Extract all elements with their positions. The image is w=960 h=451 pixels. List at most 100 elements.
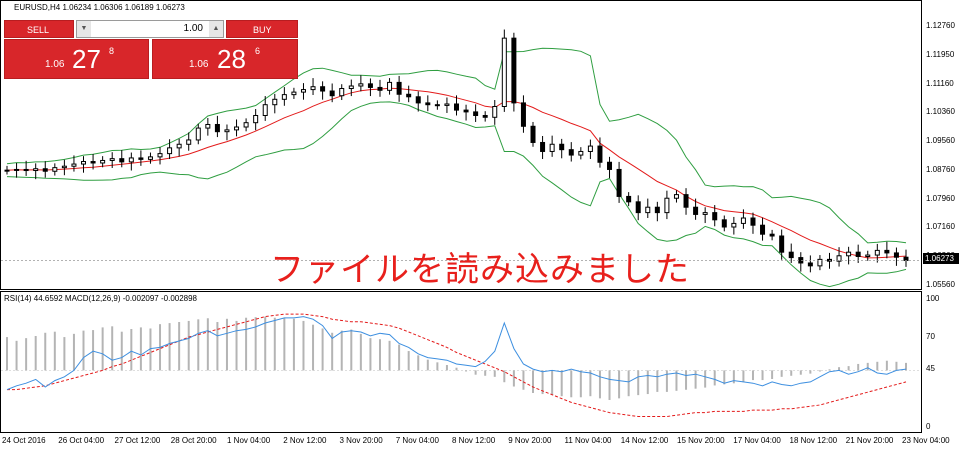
candle-body <box>540 141 546 152</box>
price-tick-label: 1.10360 <box>926 107 955 117</box>
price-tick-label: 1.11950 <box>926 50 955 60</box>
candle-body <box>33 168 39 172</box>
price-tick-label: 1.08760 <box>926 164 955 174</box>
indicator-title: RSI(14) 44.6592 MACD(12,26,9) -0.002097 … <box>4 294 198 303</box>
candle-body <box>664 197 670 214</box>
candle-body <box>779 235 785 253</box>
time-tick-label: 9 Nov 20:00 <box>508 436 552 445</box>
candle-body <box>205 123 211 129</box>
time-tick-label: 24 Oct 2016 <box>2 436 46 445</box>
candle-body <box>721 219 727 228</box>
candle-body <box>281 94 287 100</box>
candle-body <box>23 168 29 172</box>
candle-body <box>568 149 574 156</box>
candle-body <box>559 143 565 151</box>
buy-price-prefix: 1.06 <box>189 59 209 70</box>
candle-body <box>119 158 125 163</box>
lot-decrease-icon[interactable]: ▼ <box>77 21 91 37</box>
candle-body <box>874 249 880 256</box>
candle-body <box>454 103 459 111</box>
candle-body <box>683 194 689 208</box>
candle-body <box>214 123 220 133</box>
sell-price-box[interactable]: 1.06 27 8 <box>4 39 149 79</box>
candle-body <box>807 262 813 267</box>
candle-body <box>147 156 153 160</box>
time-tick-label: 14 Nov 12:00 <box>620 436 669 445</box>
time-tick-label: 1 Nov 04:00 <box>227 436 271 445</box>
candle-body <box>320 86 326 92</box>
indicator-pane[interactable] <box>0 291 922 433</box>
candle-body <box>893 252 899 258</box>
candle-body <box>635 201 641 214</box>
candle-body <box>712 212 718 221</box>
candle-body <box>262 104 268 116</box>
candle-body <box>81 161 87 165</box>
price-tick-label: 1.07960 <box>926 193 955 203</box>
time-tick-label: 27 Oct 12:00 <box>114 436 161 445</box>
candle-body <box>52 167 58 172</box>
price-tick-label: 1.12760 <box>926 21 955 30</box>
time-tick-label: 11 Nov 04:00 <box>564 436 612 445</box>
price-tick-label: 1.09560 <box>926 136 955 146</box>
candle-body <box>645 206 651 214</box>
indicator-tick-label: 70 <box>926 332 935 342</box>
sell-price-sup: 8 <box>109 46 115 56</box>
time-tick-label: 26 Oct 04:00 <box>58 436 105 445</box>
candle-body <box>673 194 679 199</box>
candle-body <box>358 83 364 87</box>
candle-body <box>14 168 20 171</box>
indicator-axis: 100 70 45 0 <box>922 291 960 433</box>
lot-value: 1.00 <box>183 23 203 34</box>
candle-body <box>272 98 278 106</box>
sell-button[interactable]: SELL <box>4 20 74 38</box>
candle-body <box>626 195 632 203</box>
candle-body <box>597 145 603 163</box>
candle-body <box>750 217 756 226</box>
candle-body <box>310 86 316 91</box>
time-tick-label: 18 Nov 12:00 <box>789 436 838 445</box>
candle-body <box>463 109 469 113</box>
buy-button[interactable]: BUY <box>226 20 298 38</box>
price-tick-label: 1.11160 <box>926 78 954 88</box>
time-tick-label: 28 Oct 20:00 <box>170 436 217 445</box>
candle-body <box>607 161 613 170</box>
buy-price-box[interactable]: 1.06 28 6 <box>152 39 298 79</box>
candle-body <box>884 249 890 254</box>
candle-body <box>846 251 852 257</box>
file-loaded-message: ファイルを読み込みました <box>270 251 690 289</box>
candle-body <box>109 158 115 161</box>
candle-body <box>740 217 746 224</box>
candle-body <box>788 251 794 259</box>
candle-body <box>128 157 134 163</box>
time-tick-label: 7 Nov 04:00 <box>395 436 439 445</box>
candle-body <box>444 103 450 106</box>
time-tick-label: 15 Nov 20:00 <box>677 436 725 445</box>
candle-body <box>157 153 163 158</box>
candle-body <box>549 143 555 152</box>
candle-body <box>348 85 354 90</box>
time-tick-label: 2 Nov 12:00 <box>283 436 327 445</box>
indicator-tick-label: 0 <box>926 422 931 431</box>
candle-body <box>654 206 660 214</box>
candle-body <box>377 86 383 91</box>
candle-body <box>176 143 182 149</box>
candle-body <box>865 254 871 258</box>
sell-price-big: 27 <box>72 44 101 74</box>
lot-size-field[interactable]: ▼ 1.00 ▲ <box>76 20 224 38</box>
candle-body <box>855 251 861 258</box>
price-axis: 1.12760 1.11950 1.11160 1.10360 1.09560 1.087… <box>922 0 960 290</box>
candle-body <box>339 88 345 97</box>
lot-increase-icon[interactable]: ▲ <box>209 21 223 37</box>
candle-body <box>100 159 106 164</box>
buy-price-big: 28 <box>217 44 246 74</box>
candle-body <box>578 150 584 156</box>
time-tick-label: 3 Nov 20:00 <box>339 436 383 445</box>
candle-body <box>387 81 393 91</box>
candle-body <box>329 90 335 97</box>
candle-body <box>234 126 240 131</box>
candle-body <box>731 222 737 228</box>
indicator-chart <box>1 313 921 417</box>
time-tick-label: 23 Nov 04:00 <box>902 436 950 445</box>
indicator-tick-label: 100 <box>926 294 940 303</box>
price-tick-label: 1.07160 <box>926 222 955 232</box>
